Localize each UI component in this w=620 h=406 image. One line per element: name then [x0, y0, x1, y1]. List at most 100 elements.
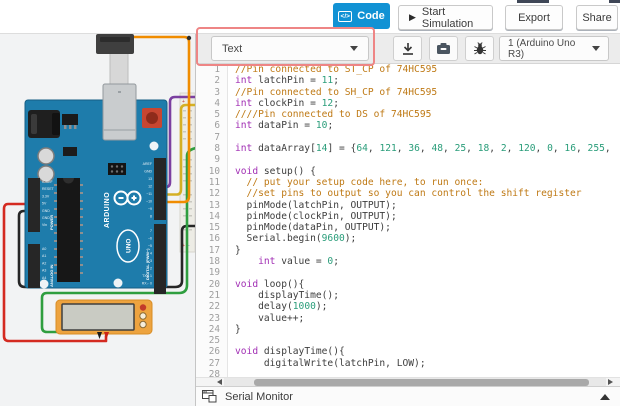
code-line-text: digitalWrite(latchPin, LOW); — [235, 357, 426, 369]
download-code-button[interactable] — [393, 36, 422, 61]
line-number: 22 — [196, 301, 228, 313]
dc-power-jack — [28, 110, 60, 138]
code-line[interactable]: 1 //Pin connected to ST_CP of 74HC595 — [196, 64, 620, 76]
usb-cable[interactable] — [96, 34, 134, 89]
code-line-text: int dataPin = 10; — [235, 120, 334, 132]
code-line[interactable]: 12 //set pins to output so you can contr… — [196, 188, 620, 200]
code-line[interactable]: 17} — [196, 244, 620, 257]
serial-monitor-bar[interactable]: Serial Monitor — [196, 386, 620, 406]
code-line[interactable]: 6 int dataPin = 10; — [196, 120, 620, 132]
share-button[interactable]: Share — [576, 5, 618, 30]
scrollbar-track[interactable] — [224, 378, 606, 386]
circuit-canvas[interactable]: + - + - ARDUINO UNO DIGITAL (PWM~) POWER… — [0, 34, 195, 406]
pin-label: 4 — [150, 252, 152, 256]
line-number: 14 — [196, 210, 228, 223]
line-number: 9 — [196, 154, 228, 166]
code-line-text: pinMode(latchPin, OUTPUT); — [235, 199, 397, 211]
analog-header[interactable] — [28, 244, 40, 288]
code-line[interactable]: 11 // put your setup code here, to run o… — [196, 176, 620, 189]
multimeter[interactable] — [55, 299, 153, 339]
serial-monitor-icon — [202, 390, 217, 403]
scroll-left-arrow-icon[interactable] — [217, 379, 222, 385]
scrollbar-thumb[interactable] — [254, 379, 589, 386]
code-line[interactable]: 25 — [196, 335, 620, 347]
code-line[interactable]: 3 //Pin connected to SH_CP of 74HC595 — [196, 86, 620, 98]
line-number: 24 — [196, 323, 228, 336]
window-artifact — [609, 0, 620, 3]
start-simulation-button[interactable]: ▶ Start Simulation — [398, 5, 493, 30]
code-line[interactable]: 22 delay(1000); — [196, 301, 620, 313]
multimeter-mode-button[interactable] — [139, 320, 147, 329]
code-line[interactable]: 23 value++; — [196, 312, 620, 324]
chevron-down-icon — [592, 46, 600, 51]
code-line-text: int latchPin = 11; — [235, 75, 339, 87]
code-line[interactable]: 10 void setup() { — [196, 165, 620, 177]
export-button[interactable]: Export — [505, 5, 563, 30]
code-line-text: // put your setup code here, to run once… — [235, 176, 484, 188]
code-line[interactable]: 15 pinMode(dataPin, OUTPUT); — [196, 222, 620, 234]
code-line[interactable]: 7 — [196, 131, 620, 144]
code-line-text: value++; — [235, 312, 305, 324]
code-line[interactable]: 19 — [196, 267, 620, 279]
code-line[interactable]: 21 displayTime(); — [196, 289, 620, 302]
debug-button[interactable] — [465, 36, 494, 61]
expand-up-icon[interactable] — [600, 393, 610, 400]
code-line[interactable]: 20 void loop(){ — [196, 278, 620, 290]
code-line[interactable]: 28 — [196, 369, 620, 377]
code-editor[interactable]: 1 //Pin connected to ST_CP of 74HC595 2 int… — [196, 64, 620, 377]
line-number: 11 — [196, 176, 228, 189]
line-number: 19 — [196, 267, 228, 279]
pin-label: ~10 — [146, 200, 152, 204]
libraries-button[interactable] — [429, 36, 458, 61]
code-line-text: int value = 0; — [258, 256, 339, 268]
horizontal-scrollbar[interactable] — [196, 377, 620, 386]
edit-mode-select[interactable]: Text — [211, 36, 369, 61]
code-line-text: pinMode(clockPin, OUTPUT); — [235, 210, 397, 222]
code-button[interactable]: </> Code — [333, 3, 390, 29]
line-number: 2 — [196, 75, 228, 87]
code-icon: </> — [338, 10, 353, 22]
code-line[interactable]: 27 digitalWrite(latchPin, LOW); — [196, 357, 620, 370]
code-line[interactable]: 18 int value = 0; — [196, 256, 620, 268]
multimeter-black-probe[interactable] — [97, 332, 102, 339]
arduino-uno-board[interactable]: ARDUINO UNO DIGITAL (PWM~) POWER ANALOG … — [24, 83, 168, 294]
serial-monitor-label: Serial Monitor — [225, 390, 293, 403]
code-line-text: int dataArray[14] = {64, 121, 36, 48, 25… — [235, 143, 611, 155]
pin-label: IOREF — [42, 180, 53, 184]
multimeter-mode-button[interactable] — [139, 312, 147, 320]
code-line[interactable]: 4 int clockPin = 12; — [196, 97, 620, 110]
board-select[interactable]: 1 (Arduino Uno R3) — [499, 36, 609, 61]
scroll-right-arrow-icon[interactable] — [608, 379, 613, 385]
code-line[interactable]: 26 void displayTime(){ — [196, 346, 620, 358]
pin-label: ~9 — [148, 207, 152, 211]
pin-label: A4 — [42, 276, 46, 280]
code-line[interactable]: 5 ////Pin connected to DS of 74HC595 — [196, 109, 620, 121]
digital-header-top[interactable] — [154, 158, 166, 220]
board-select-value: 1 (Arduino Uno R3) — [508, 37, 576, 60]
line-number: 15 — [196, 222, 228, 234]
line-number: 13 — [196, 199, 228, 211]
code-line[interactable]: 24} — [196, 323, 620, 336]
code-line[interactable]: 16 Serial.begin(9600); — [196, 233, 620, 245]
code-line[interactable]: 14 pinMode(clockPin, OUTPUT); — [196, 210, 620, 223]
code-line-text: } — [235, 244, 241, 256]
line-number: 27 — [196, 357, 228, 370]
download-icon — [402, 42, 413, 55]
multimeter-power-button[interactable] — [139, 304, 147, 311]
code-line[interactable]: 8 int dataArray[14] = {64, 121, 36, 48, 2… — [196, 143, 620, 155]
play-icon: ▶ — [409, 12, 416, 22]
reset-button[interactable] — [142, 108, 162, 128]
power-header[interactable] — [28, 178, 40, 232]
code-line[interactable]: 13 pinMode(latchPin, OUTPUT); — [196, 199, 620, 211]
code-line[interactable]: 9 — [196, 154, 620, 166]
digital-header-bottom[interactable] — [154, 224, 166, 294]
pin-label: ~3 — [148, 259, 152, 263]
pin-label: RX←0 — [142, 282, 152, 286]
pin-label: ~5 — [148, 244, 152, 248]
line-number: 8 — [196, 143, 228, 155]
board-brand-label: ARDUINO — [104, 192, 111, 228]
code-line[interactable]: 2 int latchPin = 11; — [196, 75, 620, 87]
